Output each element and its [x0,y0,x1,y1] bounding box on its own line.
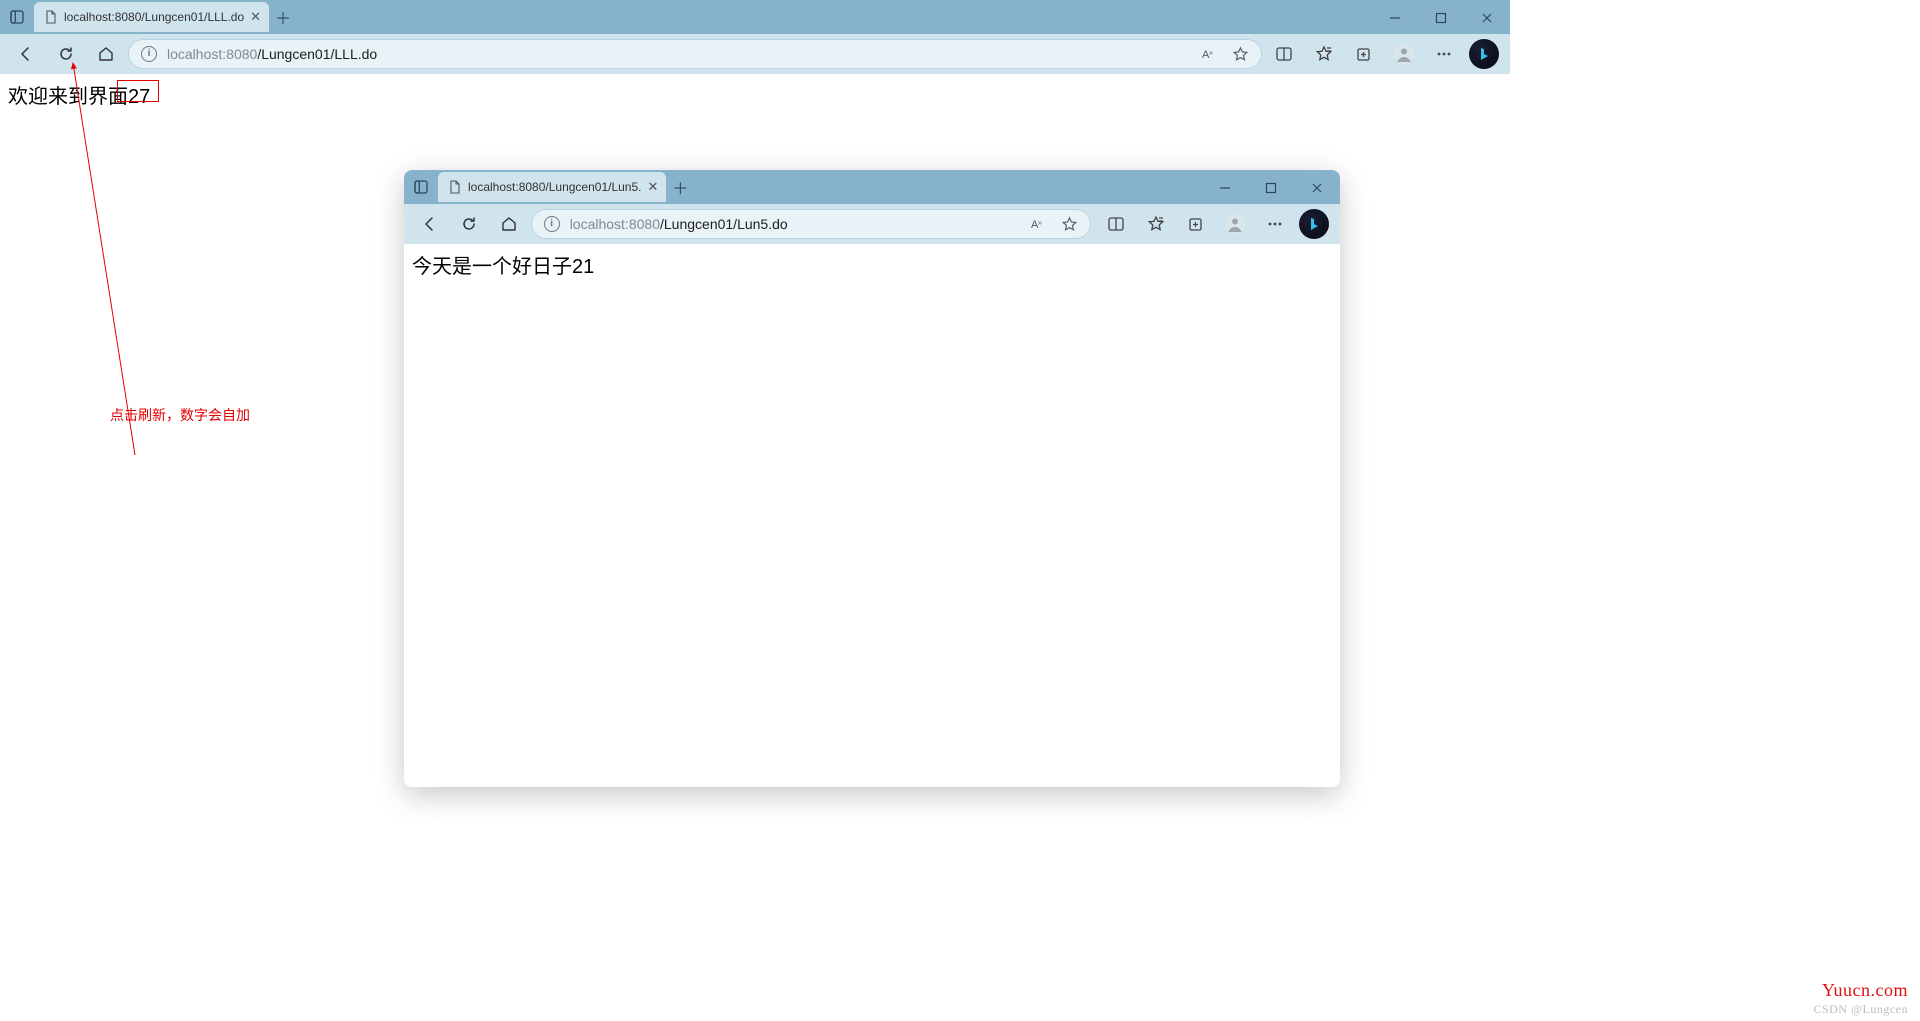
tab-actions-button[interactable] [0,0,34,34]
favorite-icon[interactable] [1232,46,1249,63]
secondary-address-bar[interactable]: i localhost:8080/Lungcen01/Lun5.do A» [531,209,1091,239]
watermark-csdn: CSDN @Lungcen [1813,1002,1908,1017]
main-address-bar[interactable]: i localhost:8080/Lungcen01/LLL.do A» [128,39,1262,69]
main-titlebar: localhost:8080/Lungcen01/LLL.do ✕ ＋ [0,0,1510,34]
tab-actions-button[interactable] [404,170,438,204]
secondary-browser-window: localhost:8080/Lungcen01/Lun5. ✕ ＋ i loc… [404,170,1340,787]
read-aloud-icon[interactable]: A» [1200,45,1218,63]
page-icon [448,180,462,194]
refresh-button[interactable] [48,38,84,70]
new-tab-button[interactable]: ＋ [269,3,297,31]
bing-icon [1299,209,1329,239]
highlight-box [117,80,159,102]
home-button[interactable] [491,208,527,240]
split-screen-icon[interactable] [1099,208,1135,240]
bing-button[interactable] [1297,208,1333,240]
back-button[interactable] [412,208,448,240]
maximize-button[interactable] [1248,172,1294,204]
read-aloud-icon[interactable]: A» [1029,215,1047,233]
secondary-page-content: 今天是一个好日子21 [404,244,1340,787]
secondary-tab[interactable]: localhost:8080/Lungcen01/Lun5. ✕ [438,172,666,202]
main-toolbar: i localhost:8080/Lungcen01/LLL.do A» [0,34,1510,74]
home-button[interactable] [88,38,124,70]
page-icon [44,10,58,24]
svg-text:»: » [1209,50,1213,57]
favorite-icon[interactable] [1061,216,1078,233]
profile-icon[interactable] [1386,38,1422,70]
addr-right-icons: A» [1029,215,1078,233]
minimize-button[interactable] [1372,2,1418,34]
close-tab-icon[interactable]: ✕ [647,179,658,195]
maximize-button[interactable] [1418,2,1464,34]
more-icon[interactable] [1257,208,1293,240]
watermark-yuucn: Yuucn.com [1822,980,1908,1001]
minimize-button[interactable] [1202,172,1248,204]
profile-icon[interactable] [1217,208,1253,240]
titlebar-left: localhost:8080/Lungcen01/LLL.do ✕ ＋ [0,0,297,34]
close-window-button[interactable] [1464,2,1510,34]
favorites-icon[interactable] [1306,38,1342,70]
new-tab-button[interactable]: ＋ [666,173,694,201]
refresh-button[interactable] [452,208,488,240]
favorites-icon[interactable] [1138,208,1174,240]
main-window-controls [1372,2,1510,34]
site-info-icon[interactable]: i [141,46,157,62]
collections-icon[interactable] [1178,208,1214,240]
secondary-toolbar: i localhost:8080/Lungcen01/Lun5.do A» [404,204,1340,244]
bing-button[interactable] [1466,38,1502,70]
main-tab-title: localhost:8080/Lungcen01/LLL.do [64,10,244,24]
secondary-window-controls [1202,172,1340,204]
back-button[interactable] [8,38,44,70]
split-screen-icon[interactable] [1266,38,1302,70]
secondary-url-text: localhost:8080/Lungcen01/Lun5.do [570,216,788,232]
more-icon[interactable] [1426,38,1462,70]
titlebar-left: localhost:8080/Lungcen01/Lun5. ✕ ＋ [404,170,694,204]
svg-text:»: » [1038,220,1042,227]
main-url-text: localhost:8080/Lungcen01/LLL.do [167,46,377,62]
site-info-icon[interactable]: i [544,216,560,232]
secondary-titlebar: localhost:8080/Lungcen01/Lun5. ✕ ＋ [404,170,1340,204]
secondary-page-text: 今天是一个好日子21 [412,256,594,278]
collections-icon[interactable] [1346,38,1382,70]
bing-icon [1469,39,1499,69]
addr-right-icons: A» [1200,45,1249,63]
close-window-button[interactable] [1294,172,1340,204]
secondary-tab-title: localhost:8080/Lungcen01/Lun5. [468,180,641,194]
close-tab-icon[interactable]: ✕ [250,9,261,25]
annotation-text: 点击刷新，数字会自加 [110,405,250,425]
main-tab[interactable]: localhost:8080/Lungcen01/LLL.do ✕ [34,2,269,32]
